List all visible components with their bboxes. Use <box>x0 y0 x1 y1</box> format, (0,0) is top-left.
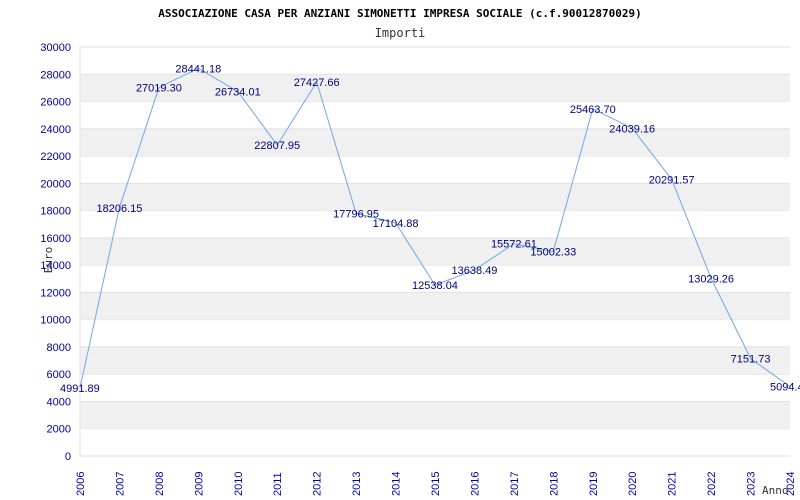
data-label: 4991.89 <box>60 383 100 395</box>
y-tick-label: 12000 <box>40 287 71 299</box>
grid-band <box>80 74 790 102</box>
x-tick-label: 2009 <box>193 472 205 496</box>
chart-subtitle: Importi <box>375 26 426 40</box>
data-label: 5094.4 <box>770 382 800 394</box>
x-axis-label: Anno <box>762 484 789 497</box>
y-tick-label: 28000 <box>40 69 71 81</box>
line-chart: ASSOCIAZIONE CASA PER ANZIANI SIMONETTI … <box>40 7 800 497</box>
x-tick-label: 2019 <box>588 472 600 496</box>
y-tick-label: 30000 <box>40 42 71 54</box>
data-label: 20291.57 <box>649 174 695 186</box>
data-labels: 4991.89 18206.15 27019.30 28441.18 26734.01 2… <box>60 63 800 395</box>
grid-band <box>80 346 790 375</box>
x-tick-label: 2017 <box>509 472 521 496</box>
data-label: 18206.15 <box>96 203 142 215</box>
y-tick-label: 4000 <box>47 396 71 408</box>
data-label: 12538.04 <box>412 280 458 292</box>
data-label: 26734.01 <box>215 87 261 99</box>
y-tick-label: 10000 <box>40 315 71 327</box>
x-tick-label: 2018 <box>548 472 560 496</box>
grid-band <box>80 401 790 429</box>
grid-band <box>80 183 790 211</box>
x-tick-label: 2022 <box>706 472 718 496</box>
data-label: 17104.88 <box>373 218 419 230</box>
x-axis-ticks: 2006 2007 2008 2009 2010 2011 2012 2013 2014 2015… <box>75 472 797 496</box>
grid-band <box>80 292 790 320</box>
data-label: 27427.66 <box>294 77 340 89</box>
x-tick-label: 2013 <box>351 472 363 496</box>
x-tick-label: 2012 <box>312 472 324 496</box>
x-tick-label: 2014 <box>391 472 403 496</box>
x-tick-label: 2023 <box>746 472 758 496</box>
y-tick-label: 6000 <box>47 369 71 381</box>
data-label: 25463.70 <box>570 104 616 116</box>
y-tick-label: 0 <box>65 451 71 463</box>
data-label: 7151.73 <box>731 353 771 365</box>
y-tick-label: 26000 <box>40 97 71 109</box>
data-label: 28441.18 <box>175 63 221 75</box>
data-label: 13029.26 <box>688 273 734 285</box>
y-tick-label: 16000 <box>40 233 71 245</box>
x-tick-label: 2015 <box>430 472 442 496</box>
data-label: 15002.33 <box>530 246 576 258</box>
x-tick-label: 2008 <box>154 472 166 496</box>
grid-bands <box>79 46 790 457</box>
y-tick-label: 18000 <box>40 206 71 218</box>
x-tick-label: 2007 <box>114 472 126 496</box>
data-label: 13638.49 <box>451 265 497 277</box>
y-tick-label: 24000 <box>40 124 71 136</box>
x-tick-label: 2010 <box>233 472 245 496</box>
x-tick-label: 2006 <box>75 472 87 496</box>
x-tick-label: 2021 <box>667 472 679 496</box>
x-tick-label: 2016 <box>469 472 481 496</box>
x-tick-label: 2011 <box>272 472 284 496</box>
grid-band <box>80 128 790 157</box>
data-label: 27019.30 <box>136 83 182 95</box>
grid-band <box>80 237 790 266</box>
y-tick-label: 22000 <box>40 151 71 163</box>
y-axis-label: Euro <box>42 247 55 274</box>
data-label: 22807.95 <box>254 140 300 152</box>
series-line <box>79 67 791 389</box>
chart-title: ASSOCIAZIONE CASA PER ANZIANI SIMONETTI … <box>158 7 641 20</box>
data-label: 24039.16 <box>609 123 655 135</box>
y-tick-label: 2000 <box>47 424 71 436</box>
y-tick-label: 8000 <box>47 342 71 354</box>
series-line-group <box>79 67 791 389</box>
y-tick-label: 20000 <box>40 178 71 190</box>
x-tick-label: 2020 <box>627 472 639 496</box>
